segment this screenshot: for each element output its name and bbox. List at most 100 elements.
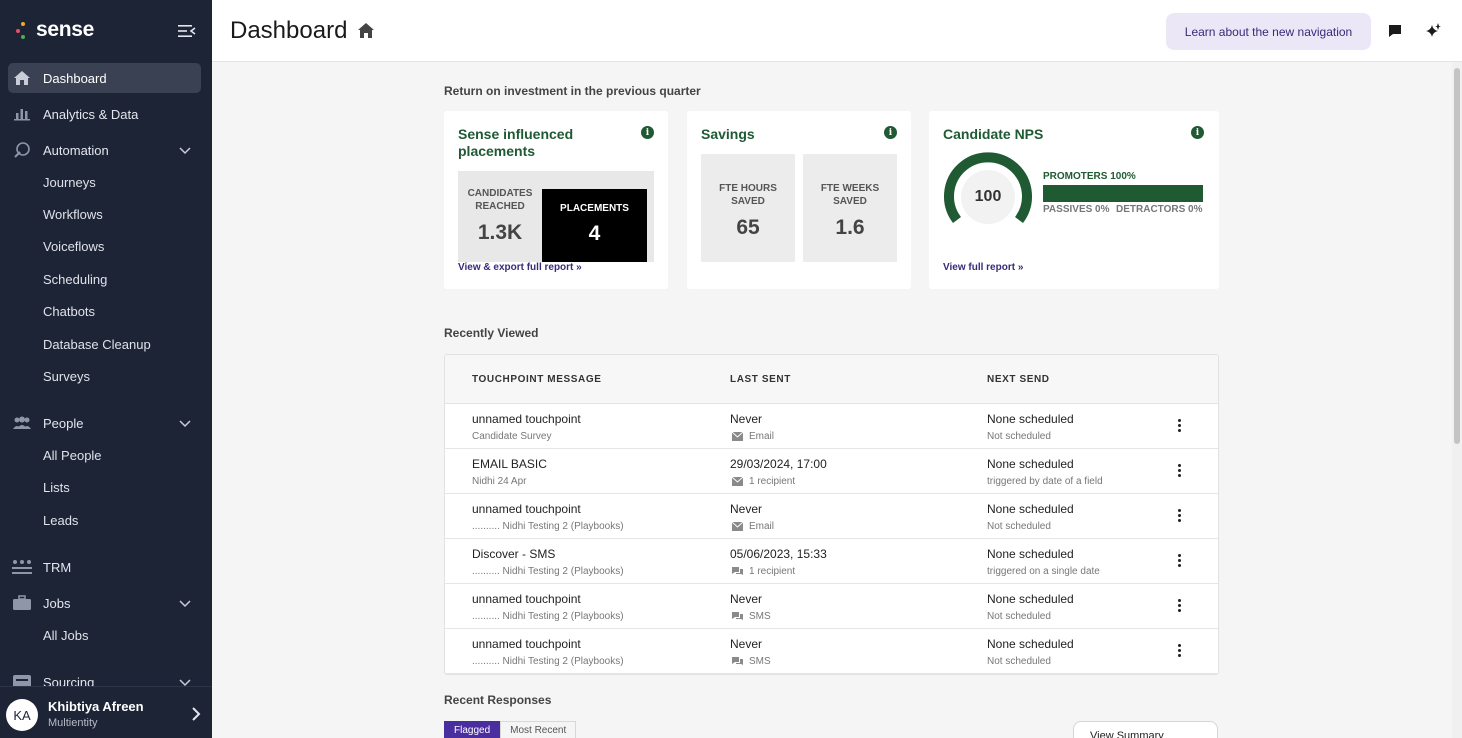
chevron-down-icon[interactable]: [179, 597, 191, 609]
info-icon[interactable]: i: [884, 126, 897, 139]
recently-viewed-table: TOUCHPOINT MESSAGE LAST SENT NEXT SEND u…: [444, 354, 1219, 675]
last-sent-detail: Email: [749, 521, 775, 532]
next-send-sub: Not scheduled: [987, 611, 1051, 622]
info-icon[interactable]: i: [641, 126, 654, 139]
last-sent-sub: Email: [732, 521, 774, 532]
last-sent: Never: [730, 637, 763, 651]
table-row[interactable]: unnamed touchpoint .......... Nidhi Testi…: [445, 584, 1218, 629]
sidebar-sub-surveys[interactable]: Surveys: [43, 369, 90, 384]
view-nps-report-link[interactable]: View full report »: [943, 262, 1023, 273]
top-header: Dashboard Learn about the new navigation: [212, 0, 1462, 62]
next-send-sub: Not scheduled: [987, 431, 1051, 442]
home-icon[interactable]: [357, 22, 375, 40]
chat-icon[interactable]: [1388, 24, 1402, 38]
touchpoint-name[interactable]: unnamed touchpoint: [472, 637, 581, 651]
sidebar-sub-chatbots[interactable]: Chatbots: [43, 304, 95, 319]
sidebar-sub-scheduling[interactable]: Scheduling: [43, 272, 107, 287]
row-menu-icon[interactable]: [1178, 419, 1182, 433]
chevron-down-icon[interactable]: [179, 144, 191, 156]
learn-new-navigation-button[interactable]: Learn about the new navigation: [1166, 13, 1371, 50]
sidebar-item-label: Jobs: [43, 595, 71, 611]
chevron-right-icon[interactable]: [190, 707, 202, 721]
page-title: Dashboard: [230, 17, 348, 44]
column-header[interactable]: NEXT SEND: [987, 374, 1050, 385]
touchpoint-name[interactable]: unnamed touchpoint: [472, 502, 581, 516]
row-menu-icon[interactable]: [1178, 599, 1182, 613]
nps-passives: PASSIVES 0%: [1043, 204, 1110, 215]
candidate-nps-card: Candidate NPS i 100 PROMOTERS 100% PASSI…: [929, 111, 1219, 289]
sidebar-collapse-icon[interactable]: [178, 23, 196, 39]
sidebar-item-trm[interactable]: TRM: [8, 552, 201, 582]
table-row[interactable]: EMAIL BASIC Nidhi 24 Apr 29/03/2024, 17:00…: [445, 449, 1218, 494]
automation-icon: [12, 140, 32, 160]
last-sent: 05/06/2023, 15:33: [730, 547, 827, 561]
chevron-down-icon[interactable]: [179, 417, 191, 429]
touchpoint-name[interactable]: unnamed touchpoint: [472, 592, 581, 606]
row-menu-icon[interactable]: [1178, 509, 1182, 523]
sidebar-item-dashboard[interactable]: Dashboard: [8, 63, 201, 93]
main-content: Return on investment in the previous qua…: [212, 62, 1452, 738]
sidebar-sub-lists[interactable]: Lists: [43, 480, 70, 495]
trm-icon: [12, 557, 32, 577]
nps-promoters-bar: [1043, 185, 1203, 202]
sidebar-sub-journeys[interactable]: Journeys: [43, 175, 96, 190]
scrollbar-thumb[interactable]: [1454, 68, 1460, 444]
logo-dots-icon: [16, 20, 30, 40]
table-header: TOUCHPOINT MESSAGE LAST SENT NEXT SEND: [445, 355, 1218, 404]
roi-section-label: Return on investment in the previous qua…: [444, 84, 701, 98]
tab-most-recent[interactable]: Most Recent: [500, 721, 577, 738]
stat-label: FTE WEEKS SAVED: [820, 183, 880, 207]
last-sent-sub: 1 recipient: [732, 566, 795, 577]
sidebar-sub-voiceflows[interactable]: Voiceflows: [43, 239, 104, 254]
column-header[interactable]: TOUCHPOINT MESSAGE: [472, 374, 602, 385]
sidebar-item-automation[interactable]: Automation: [8, 135, 201, 165]
touchpoint-name[interactable]: unnamed touchpoint: [472, 412, 581, 426]
sidebar-item-people[interactable]: People: [8, 408, 201, 438]
sms-icon: [732, 567, 743, 575]
row-menu-icon[interactable]: [1178, 464, 1182, 478]
sidebar-item-label: TRM: [43, 559, 72, 575]
row-menu-icon[interactable]: [1178, 554, 1182, 568]
view-export-report-link[interactable]: View & export full report »: [458, 262, 582, 273]
logo[interactable]: sense: [16, 18, 94, 42]
user-org: Multientity: [48, 717, 98, 729]
table-row[interactable]: unnamed touchpoint .......... Nidhi Testi…: [445, 494, 1218, 539]
fte-hours-stat: FTE HOURS SAVED 65: [701, 154, 795, 262]
table-row[interactable]: unnamed touchpoint .......... Nidhi Testi…: [445, 629, 1218, 674]
people-icon: [12, 413, 32, 433]
sidebar-sub-database-cleanup[interactable]: Database Cleanup: [43, 337, 151, 352]
stat-label: PLACEMENTS: [560, 203, 629, 214]
touchpoint-name[interactable]: EMAIL BASIC: [472, 457, 547, 471]
sidebar-sub-leads[interactable]: Leads: [43, 513, 78, 528]
touchpoint-sub: .......... Nidhi Testing 2 (Playbooks): [472, 521, 624, 532]
sparkle-icon[interactable]: [1425, 23, 1441, 39]
last-sent-sub: 1 recipient: [732, 476, 795, 487]
sidebar-sub-all-people[interactable]: All People: [43, 448, 102, 463]
last-sent-sub: SMS: [732, 656, 771, 667]
last-sent: Never: [730, 502, 763, 516]
scrollbar[interactable]: [1452, 62, 1462, 738]
sidebar-item-jobs[interactable]: Jobs: [8, 588, 201, 618]
user-profile[interactable]: KA Khibtiya Afreen Multientity: [0, 686, 212, 738]
sidebar-item-analytics[interactable]: Analytics & Data: [8, 99, 201, 129]
next-send-sub: Not scheduled: [987, 521, 1051, 532]
table-row[interactable]: Discover - SMS .......... Nidhi Testing 2…: [445, 539, 1218, 584]
last-sent-detail: Email: [749, 431, 775, 442]
info-icon[interactable]: i: [1191, 126, 1204, 139]
sidebar-sub-all-jobs[interactable]: All Jobs: [43, 628, 89, 643]
sidebar-sub-workflows[interactable]: Workflows: [43, 207, 103, 222]
row-menu-icon[interactable]: [1178, 644, 1182, 658]
table-row[interactable]: unnamed touchpoint Candidate Survey Never E…: [445, 404, 1218, 449]
tab-flagged[interactable]: Flagged: [444, 721, 501, 738]
sidebar-item-label: People: [43, 415, 84, 431]
touchpoint-sub: Candidate Survey: [472, 431, 552, 442]
stat-value: 1.3K: [477, 221, 523, 244]
avatar[interactable]: KA: [6, 699, 38, 731]
view-summary-button[interactable]: View Summary: [1073, 721, 1218, 738]
touchpoint-sub: .......... Nidhi Testing 2 (Playbooks): [472, 656, 624, 667]
card-title: Sense influenced placements: [458, 126, 574, 159]
stat-label: CANDIDATES REACHED: [467, 188, 533, 212]
touchpoint-name[interactable]: Discover - SMS: [472, 547, 555, 561]
card-title: Savings: [701, 126, 755, 142]
column-header[interactable]: LAST SENT: [730, 374, 791, 385]
